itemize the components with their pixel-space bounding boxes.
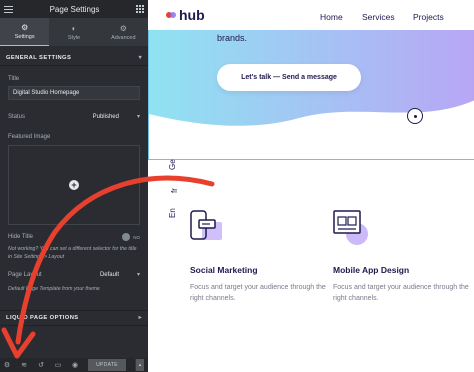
- history-icon[interactable]: ↺: [37, 361, 45, 369]
- logo-text: hub: [179, 7, 205, 23]
- settings-tabs: ⚙ Settings ◐ Style ⚙ Advanced: [0, 18, 148, 46]
- drag-handle-icon[interactable]: [407, 108, 423, 124]
- liquid-page-options-header[interactable]: LIQUID PAGE OPTIONS ▸: [0, 309, 148, 326]
- panel-header: Page Settings: [0, 0, 148, 18]
- status-label: Status: [8, 113, 26, 120]
- hero-text: brands.: [217, 33, 248, 43]
- plus-icon[interactable]: +: [69, 180, 79, 190]
- page-layout-label: Page Layout: [8, 271, 42, 278]
- hide-title-row: Hide Title NO: [0, 233, 148, 241]
- tab-advanced[interactable]: ⚙ Advanced: [99, 18, 148, 46]
- hide-title-label: Hide Title: [8, 234, 34, 240]
- hide-title-value: NO: [133, 234, 140, 240]
- hero-gradient-bg: [149, 30, 474, 126]
- tab-advanced-label: Advanced: [111, 34, 136, 41]
- feature-social-marketing: Social Marketing Focus and target your a…: [190, 210, 330, 304]
- tab-settings[interactable]: ⚙ Settings: [0, 18, 50, 46]
- gear-icon[interactable]: ⚙: [3, 361, 11, 369]
- page-preview: hub Home Services Projects brands. Let's…: [148, 0, 474, 372]
- hide-title-toggle[interactable]: NO: [122, 233, 140, 241]
- vertical-label-en: En: [168, 208, 177, 218]
- featured-image-label: Featured Image: [8, 134, 51, 140]
- feature-description: Focus and target your audience through t…: [333, 284, 469, 302]
- title-input[interactable]: Digital Studio Homepage: [8, 86, 140, 100]
- vertical-label-ge: Ge: [168, 159, 177, 170]
- responsive-icon[interactable]: ▭: [54, 361, 62, 369]
- tab-style-label: Style: [67, 34, 81, 41]
- half-circle-icon: ◐: [71, 23, 77, 33]
- general-settings-header[interactable]: GENERAL SETTINGS ▾: [0, 50, 148, 66]
- logo-mark-icon: [166, 11, 176, 19]
- send-message-button[interactable]: Let's talk — Send a message: [217, 64, 361, 91]
- editor-panel: Page Settings ⚙ Settings ◐ Style ⚙ Advan…: [0, 0, 148, 372]
- page-layout-row: Page Layout Default ▾: [0, 271, 148, 279]
- tab-style[interactable]: ◐ Style: [49, 18, 98, 46]
- page-layout-select[interactable]: Default ▾: [99, 271, 140, 279]
- chevron-right-icon: ▸: [138, 315, 142, 321]
- vertical-label-fr: fr: [170, 188, 179, 193]
- nav-services[interactable]: Services: [362, 12, 395, 22]
- update-button[interactable]: UPDATE: [88, 359, 126, 371]
- panel-title: Page Settings: [49, 4, 100, 14]
- page-layout-value: Default: [99, 271, 119, 278]
- tab-settings-label: Settings: [14, 34, 35, 40]
- nav-home[interactable]: Home: [320, 12, 343, 22]
- eye-icon[interactable]: ◉: [71, 361, 79, 369]
- feature-mobile-app-design: Mobile App Design Focus and target your …: [333, 210, 473, 304]
- status-value: Published: [92, 113, 119, 120]
- page-layout-help: Default Page Template from your theme: [8, 286, 100, 292]
- status-select[interactable]: Published ▾: [92, 113, 140, 121]
- hide-title-help: Not working? You can set a different sel…: [8, 246, 137, 260]
- liquid-page-options-label: LIQUID PAGE OPTIONS: [6, 314, 79, 321]
- nav-projects[interactable]: Projects: [413, 12, 444, 22]
- panel-footer: ⚙ ≋ ↺ ▭ ◉ UPDATE ▴: [0, 358, 148, 372]
- mobile-marketing-icon: [190, 210, 222, 240]
- chevron-down-icon: ▾: [138, 55, 142, 61]
- status-row: Status Published ▾: [0, 113, 148, 121]
- chevron-down-icon: ▾: [136, 272, 140, 278]
- chevron-down-icon: ▾: [136, 114, 140, 120]
- caret-up-icon[interactable]: ▴: [135, 359, 144, 371]
- featured-image-picker[interactable]: +: [8, 145, 140, 225]
- general-settings-label: GENERAL SETTINGS: [6, 54, 72, 61]
- title-label: Title: [8, 76, 20, 82]
- menu-icon[interactable]: [4, 5, 13, 13]
- widgets-grid-icon[interactable]: [136, 5, 144, 13]
- toggle-knob: [122, 233, 131, 241]
- feature-title: Social Marketing: [190, 265, 258, 275]
- feature-title: Mobile App Design: [333, 265, 410, 275]
- gear-icon: ⚙: [119, 23, 127, 33]
- gear-icon: ⚙: [21, 23, 29, 32]
- feature-description: Focus and target your audience through t…: [190, 284, 326, 302]
- hero-section[interactable]: brands. Let's talk — Send a message: [148, 30, 474, 160]
- layers-icon[interactable]: ≋: [20, 361, 28, 369]
- site-header: hub Home Services Projects: [148, 0, 474, 30]
- site-logo[interactable]: hub: [166, 7, 205, 23]
- app-design-icon: [333, 210, 368, 245]
